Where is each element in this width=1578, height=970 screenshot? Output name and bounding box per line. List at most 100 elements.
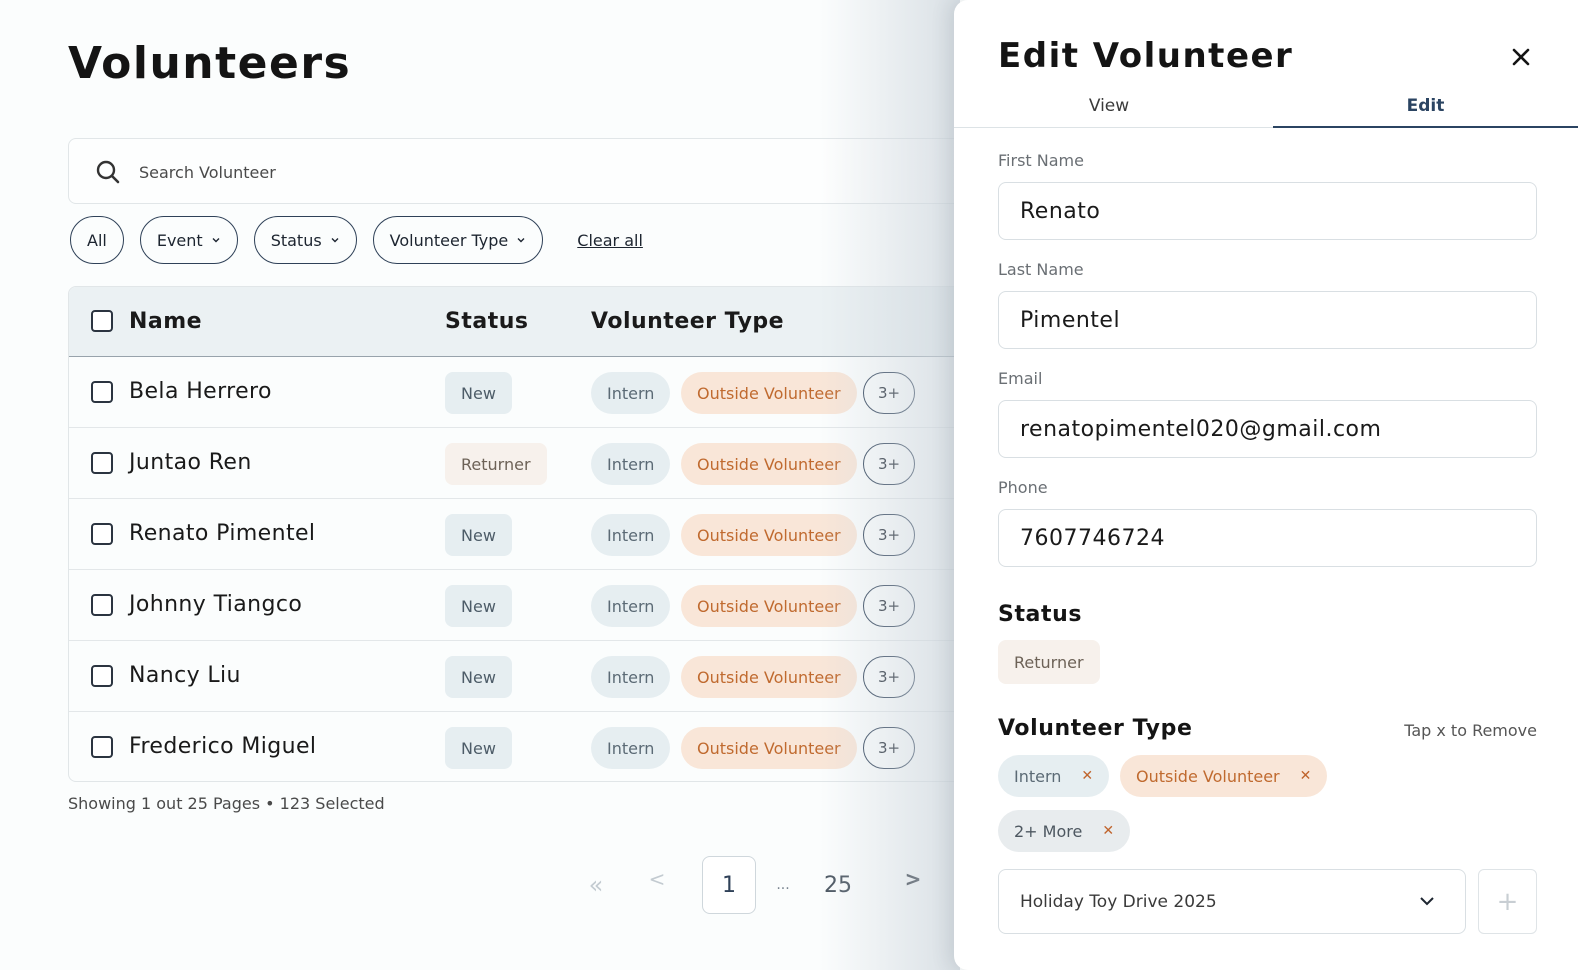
type-tag-more: 2+ More ✕ bbox=[998, 810, 1131, 852]
drawer-tabs: View Edit bbox=[954, 90, 1578, 128]
volunteer-name: Renato Pimentel bbox=[129, 521, 316, 546]
filter-chip-status[interactable]: Status bbox=[253, 216, 357, 264]
page-button-current[interactable]: 1 bbox=[702, 856, 756, 914]
row-checkbox[interactable] bbox=[91, 381, 113, 403]
volunteer-name: Nancy Liu bbox=[129, 663, 241, 688]
chevron-down-icon bbox=[517, 238, 525, 243]
remove-x-icon[interactable]: ✕ bbox=[1300, 768, 1312, 784]
next-page-button[interactable]: > bbox=[898, 850, 928, 908]
volunteers-table: Name Status Volunteer Type Bela Herrero … bbox=[68, 286, 1068, 782]
filter-chip-all[interactable]: All bbox=[70, 216, 124, 264]
email-label: Email bbox=[998, 369, 1043, 388]
status-badge: New bbox=[445, 585, 512, 627]
close-icon[interactable] bbox=[1508, 44, 1534, 70]
page-button-last[interactable]: 25 bbox=[816, 856, 860, 914]
remove-x-icon[interactable]: ✕ bbox=[1081, 768, 1093, 784]
row-checkbox[interactable] bbox=[91, 452, 113, 474]
pagination-ellipsis: ... bbox=[776, 877, 790, 893]
type-tag-label: Outside Volunteer bbox=[1136, 766, 1280, 786]
pagination: « < 1 ... 25 > bbox=[580, 856, 940, 914]
column-header-volunteer-type[interactable]: Volunteer Type bbox=[591, 309, 784, 334]
column-header-name[interactable]: Name bbox=[129, 309, 202, 334]
last-name-field[interactable]: Pimentel bbox=[998, 291, 1537, 349]
type-tag-intern: Intern bbox=[591, 443, 671, 485]
more-types-button[interactable]: 3+ bbox=[863, 514, 915, 556]
phone-field[interactable]: 7607746724 bbox=[998, 509, 1537, 567]
status-badge: New bbox=[445, 727, 512, 769]
table-row[interactable]: Renato Pimentel New Intern Outside Volun… bbox=[69, 499, 1067, 570]
chevron-down-icon bbox=[331, 238, 339, 243]
event-select-value: Holiday Toy Drive 2025 bbox=[1020, 891, 1217, 912]
type-tag-intern: Intern bbox=[591, 372, 671, 414]
filter-chip-volunteer-type[interactable]: Volunteer Type bbox=[372, 216, 544, 264]
status-badge: New bbox=[445, 372, 512, 414]
first-name-label: First Name bbox=[998, 151, 1084, 170]
row-checkbox[interactable] bbox=[91, 594, 113, 616]
table-row[interactable]: Johnny Tiangco New Intern Outside Volunt… bbox=[69, 570, 1067, 641]
filter-bar: All Event Status Volunteer Type Clear al… bbox=[70, 215, 643, 265]
status-badge: New bbox=[445, 514, 512, 556]
type-tag-intern: Intern bbox=[591, 585, 671, 627]
status-section-title: Status bbox=[998, 602, 1083, 627]
active-tab-indicator bbox=[1273, 126, 1578, 128]
search-input[interactable] bbox=[139, 157, 739, 187]
row-checkbox[interactable] bbox=[91, 665, 113, 687]
chevron-down-icon bbox=[1420, 897, 1434, 906]
drawer-title: Edit Volunteer bbox=[998, 36, 1294, 76]
selection-summary: Showing 1 out 25 Pages • 123 Selected bbox=[68, 794, 385, 813]
email-field[interactable]: renatopimentel020@gmail.com bbox=[998, 400, 1537, 458]
chevron-down-icon bbox=[212, 238, 220, 243]
type-tag-intern: Intern bbox=[591, 727, 671, 769]
type-tag-intern: Intern bbox=[591, 656, 671, 698]
first-page-button[interactable]: « bbox=[580, 856, 612, 914]
more-types-button[interactable]: 3+ bbox=[863, 727, 915, 769]
filter-chip-event[interactable]: Event bbox=[139, 216, 238, 264]
search-bar[interactable] bbox=[68, 138, 1068, 204]
type-tag-outside-volunteer: Outside Volunteer bbox=[681, 727, 857, 769]
edit-volunteer-drawer: Edit Volunteer View Edit First Name Rena… bbox=[954, 0, 1578, 970]
status-badge[interactable]: Returner bbox=[998, 640, 1100, 684]
type-tag-outside-volunteer: Outside Volunteer ✕ bbox=[1120, 755, 1328, 797]
type-tag-intern: Intern ✕ bbox=[998, 755, 1110, 797]
type-tag-outside-volunteer: Outside Volunteer bbox=[681, 443, 857, 485]
select-all-checkbox[interactable] bbox=[91, 310, 113, 332]
filter-chip-label: All bbox=[87, 230, 107, 250]
more-types-button[interactable]: 3+ bbox=[863, 372, 915, 414]
event-select[interactable]: Holiday Toy Drive 2025 bbox=[998, 869, 1466, 934]
prev-page-button[interactable]: < bbox=[642, 850, 672, 908]
type-tag-intern: Intern bbox=[591, 514, 671, 556]
filter-chip-label: Volunteer Type bbox=[389, 230, 509, 250]
volunteer-name: Bela Herrero bbox=[129, 379, 272, 404]
last-name-label: Last Name bbox=[998, 260, 1084, 279]
row-checkbox[interactable] bbox=[91, 523, 113, 545]
page-title: Volunteers bbox=[68, 38, 352, 89]
filter-chip-label: Status bbox=[270, 230, 322, 250]
phone-label: Phone bbox=[998, 478, 1048, 497]
table-row[interactable]: Nancy Liu New Intern Outside Volunteer 3… bbox=[69, 641, 1067, 712]
tab-edit[interactable]: Edit bbox=[1273, 96, 1578, 116]
type-tag-outside-volunteer: Outside Volunteer bbox=[681, 585, 857, 627]
volunteer-name: Johnny Tiangco bbox=[129, 592, 303, 617]
add-event-button[interactable]: + bbox=[1478, 869, 1537, 934]
table-row[interactable]: Frederico Miguel New Intern Outside Volu… bbox=[69, 712, 1067, 781]
status-badge: Returner bbox=[445, 443, 547, 485]
more-types-button[interactable]: 3+ bbox=[863, 443, 915, 485]
type-tag-label: 2+ More bbox=[1014, 821, 1083, 841]
table-row[interactable]: Juntao Ren Returner Intern Outside Volun… bbox=[69, 428, 1067, 499]
volunteer-type-section-title: Volunteer Type bbox=[998, 716, 1193, 741]
type-tag-outside-volunteer: Outside Volunteer bbox=[681, 372, 857, 414]
tab-view[interactable]: View bbox=[954, 96, 1264, 116]
more-types-button[interactable]: 3+ bbox=[863, 656, 915, 698]
column-header-status[interactable]: Status bbox=[445, 309, 528, 334]
search-icon bbox=[96, 160, 120, 184]
volunteer-name: Frederico Miguel bbox=[129, 734, 317, 759]
table-row[interactable]: Bela Herrero New Intern Outside Voluntee… bbox=[69, 357, 1067, 428]
remove-hint: Tap x to Remove bbox=[1404, 721, 1537, 740]
clear-all-link[interactable]: Clear all bbox=[577, 231, 643, 250]
row-checkbox[interactable] bbox=[91, 736, 113, 758]
first-name-field[interactable]: Renato bbox=[998, 182, 1537, 240]
more-types-button[interactable]: 3+ bbox=[863, 585, 915, 627]
remove-x-icon[interactable]: ✕ bbox=[1102, 823, 1114, 839]
type-tag-outside-volunteer: Outside Volunteer bbox=[681, 656, 857, 698]
filter-chip-label: Event bbox=[156, 230, 203, 250]
